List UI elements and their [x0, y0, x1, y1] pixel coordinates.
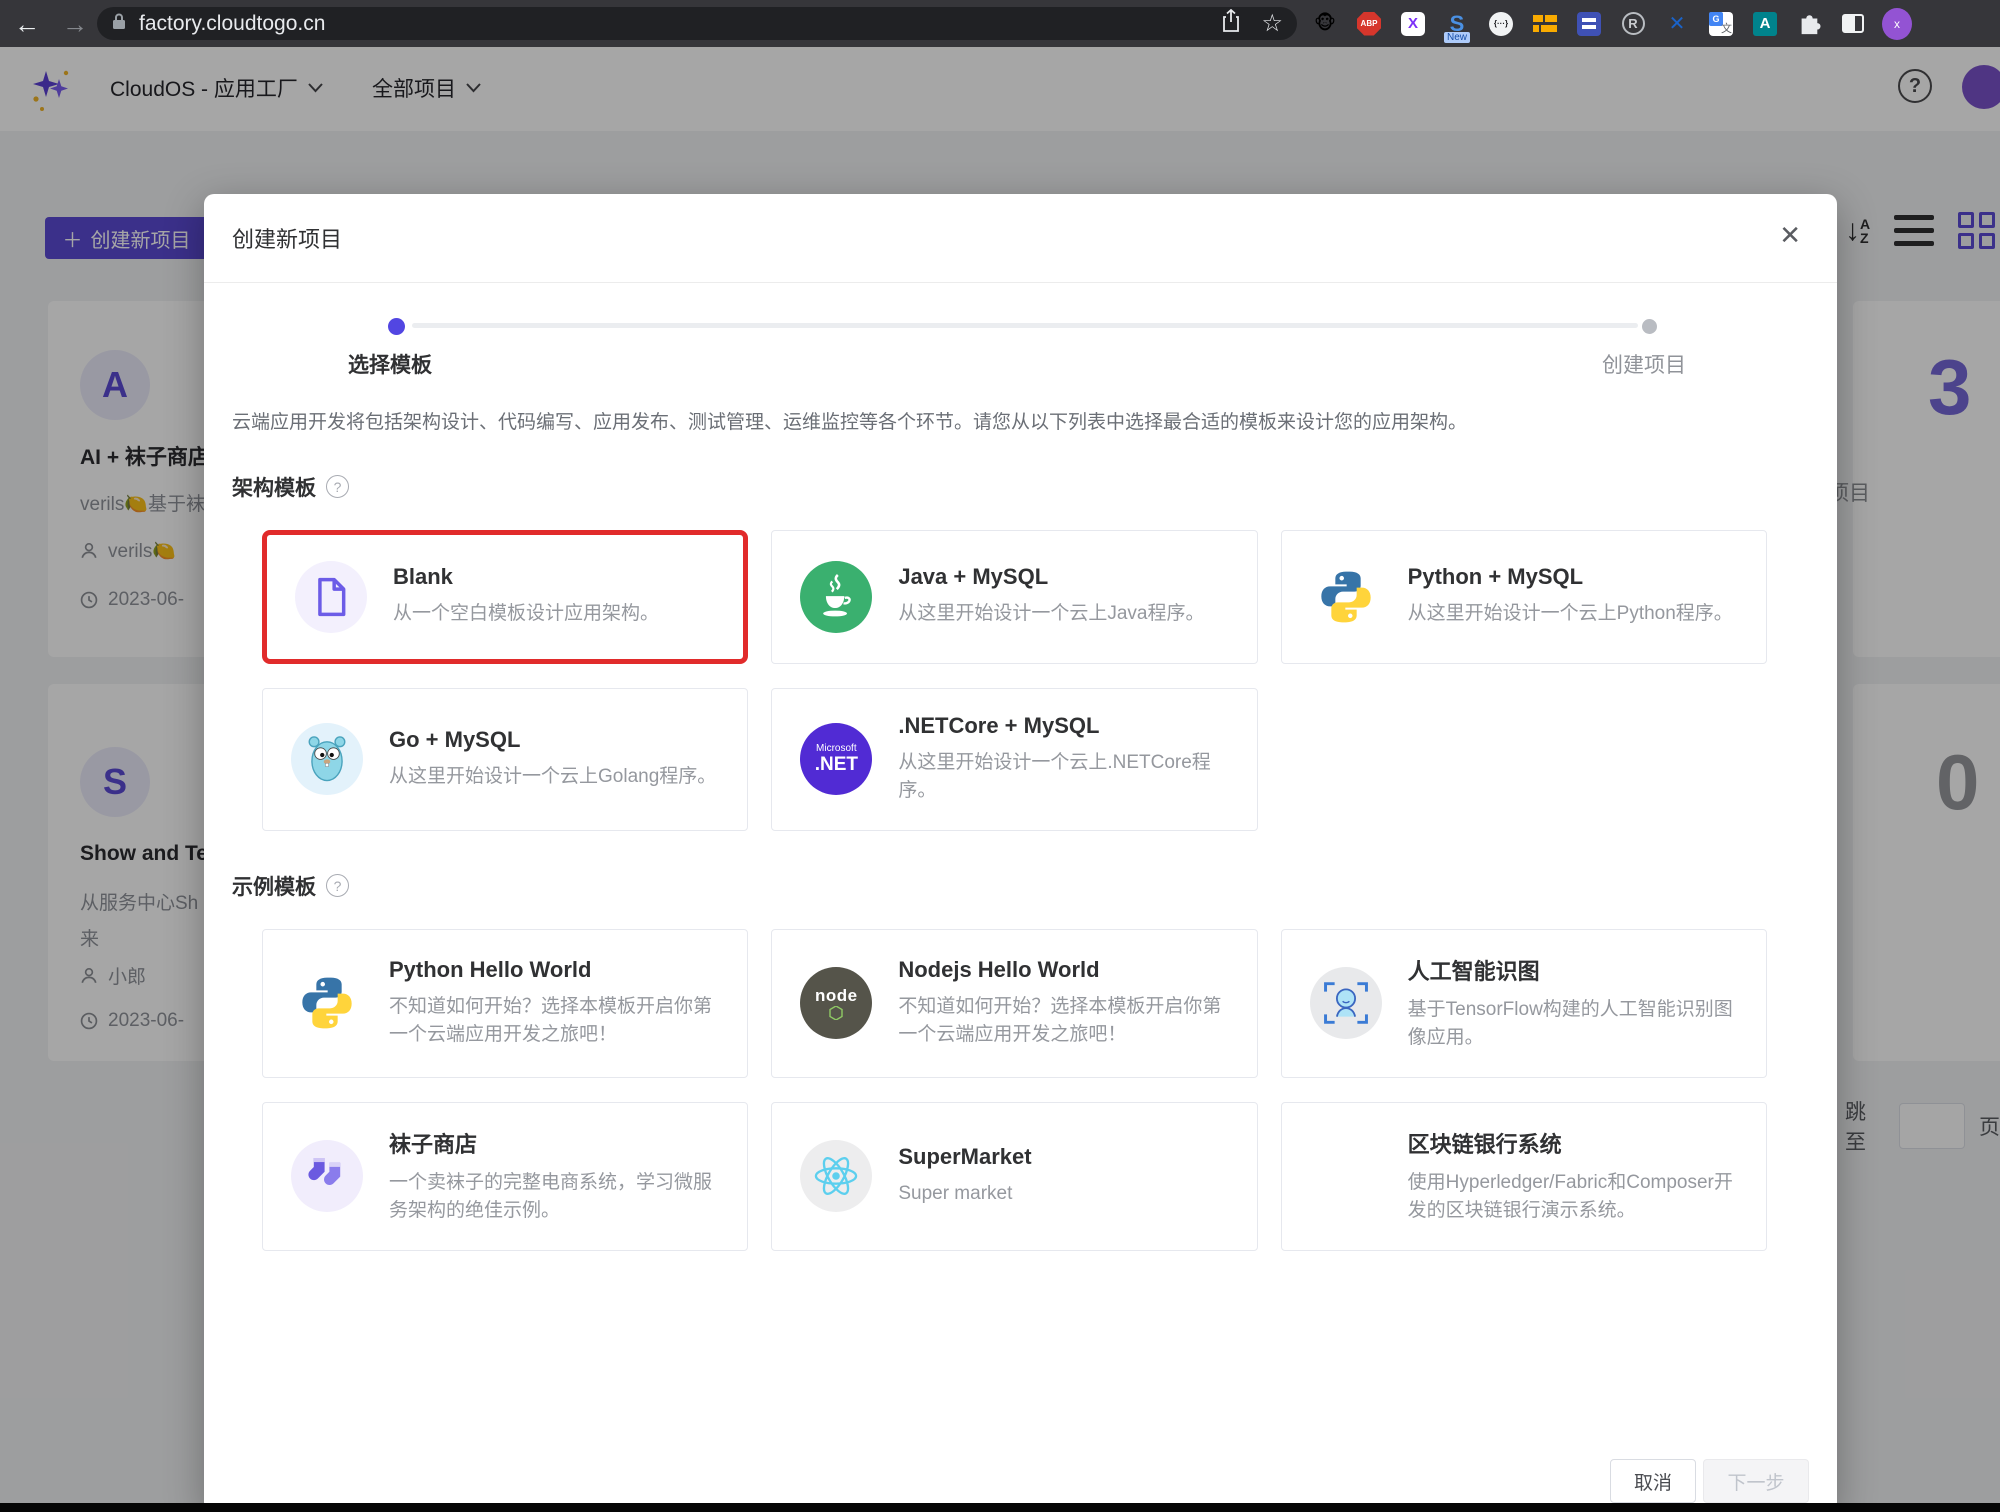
address-bar[interactable]: factory.cloudtogo.cn ☆ [97, 7, 1297, 40]
socks-icon [291, 1140, 363, 1212]
step-label-create-project: 创建项目 [1602, 349, 1686, 379]
template-title: Python + MySQL [1408, 564, 1733, 590]
cancel-button[interactable]: 取消 [1610, 1459, 1696, 1503]
template-card-java-mysql[interactable]: Java + MySQL 从这里开始设计一个云上Java程序。 [771, 530, 1257, 664]
close-icon[interactable]: ✕ [1779, 220, 1801, 251]
template-desc: 基于TensorFlow构建的人工智能识别图像应用。 [1408, 996, 1738, 1053]
template-desc: 使用Hyperledger/Fabric和Composer开发的区块链银行演示系… [1408, 1169, 1738, 1226]
template-desc: 从这里开始设计一个云上Java程序。 [898, 600, 1204, 629]
a-extension-icon[interactable]: A [1750, 9, 1780, 39]
step-label-select-template: 选择模板 [348, 349, 432, 379]
bookmark-star-icon[interactable]: ☆ [1261, 9, 1283, 38]
yellow-grid-extension-icon[interactable] [1530, 9, 1560, 39]
step-dot-active [388, 318, 405, 335]
puzzle-extensions-icon[interactable] [1794, 9, 1824, 39]
step-dot-idle [1642, 319, 1657, 334]
bottom-black-strip [0, 1503, 2000, 1512]
share-icon[interactable] [1221, 9, 1241, 38]
template-desc: 不知道如何开始？选择本模板开启你第一个云端应用开发之旅吧！ [389, 993, 719, 1050]
dotnet-icon: Microsoft .NET [800, 723, 872, 795]
template-desc: 从这里开始设计一个云上Golang程序。 [389, 763, 716, 792]
extension-toolbar: 🐵 ABP X SNew {···} R ✕ G文 A x [1310, 0, 1912, 47]
template-title: 袜子商店 [389, 1127, 719, 1159]
lock-icon [111, 12, 127, 36]
s-extension-icon[interactable]: SNew [1442, 9, 1472, 39]
template-desc: Super market [898, 1180, 1031, 1209]
wizard-stepper: 选择模板 创建项目 [204, 307, 1837, 387]
template-title: Java + MySQL [898, 564, 1204, 590]
tampermonkey-icon[interactable]: 🐵 [1310, 9, 1340, 39]
template-card-blockchain-bank[interactable]: 区块链银行系统使用Hyperledger/Fabric和Composer开发的区… [1281, 1102, 1767, 1251]
help-icon[interactable]: ? [326, 475, 349, 498]
java-icon [800, 561, 872, 633]
template-card-ai-image-recognition[interactable]: 人工智能识图基于TensorFlow构建的人工智能识别图像应用。 [1281, 929, 1767, 1078]
template-card-python-hello-world[interactable]: Python Hello World 不知道如何开始？选择本模板开启你第一个云端应… [262, 929, 748, 1078]
react-icon [800, 1140, 872, 1212]
browser-profile-avatar[interactable]: x [1882, 9, 1912, 39]
arch-template-grid: Blank 从一个空白模板设计应用架构。 Java + MySQL 从这里开始设计一… [262, 530, 1767, 831]
template-title: 人工智能识图 [1408, 954, 1738, 986]
template-desc: 一个卖袜子的完整电商系统，学习微服务架构的绝佳示例。 [389, 1169, 719, 1226]
stepper-track [412, 323, 1638, 328]
template-title: SuperMarket [898, 1144, 1031, 1170]
blank-file-icon [295, 561, 367, 633]
template-desc: 从一个空白模板设计应用架构。 [393, 600, 659, 629]
sidebar-toggle-icon[interactable] [1838, 9, 1868, 39]
template-title: Python Hello World [389, 957, 719, 983]
blue-x-extension-icon[interactable]: ✕ [1662, 9, 1692, 39]
template-card-sock-shop[interactable]: 袜子商店一个卖袜子的完整电商系统，学习微服务架构的绝佳示例。 [262, 1102, 748, 1251]
create-project-modal: 创建新项目 ✕ 选择模板 创建项目 云端应用开发将包括架构设计、代码编写、应用发… [204, 194, 1837, 1512]
template-card-blank[interactable]: Blank 从一个空白模板设计应用架构。 [262, 530, 748, 664]
translate-extension-icon[interactable]: G文 [1706, 9, 1736, 39]
template-title: .NETCore + MySQL [898, 713, 1228, 739]
browser-chrome: ← → ⟳ factory.cloudtogo.cn ☆ 🐵 ABP X SNe… [0, 0, 2000, 47]
nodejs-icon: node [800, 967, 872, 1039]
list-extension-icon[interactable] [1574, 9, 1604, 39]
modal-title: 创建新项目 [232, 222, 342, 254]
modal-description: 云端应用开发将包括架构设计、代码编写、应用发布、测试管理、运维监控等各个环节。请… [232, 409, 1757, 438]
back-button[interactable]: ← [14, 11, 40, 37]
empty-icon-placeholder [1310, 1140, 1382, 1212]
forward-button[interactable]: → [62, 11, 88, 37]
template-card-python-mysql[interactable]: Python + MySQL 从这里开始设计一个云上Python程序。 [1281, 530, 1767, 664]
template-card-supermarket[interactable]: SuperMarket Super market [771, 1102, 1257, 1251]
adblock-icon[interactable]: ABP [1354, 9, 1384, 39]
section-arch-templates: 架构模板 ? [232, 472, 1837, 502]
help-icon[interactable]: ? [326, 874, 349, 897]
r-extension-icon[interactable]: R [1618, 9, 1648, 39]
python-icon [1310, 561, 1382, 633]
x-extension-icon[interactable]: X [1398, 9, 1428, 39]
template-desc: 从这里开始设计一个云上Python程序。 [1408, 600, 1733, 629]
template-desc: 从这里开始设计一个云上.NETCore程序。 [898, 749, 1228, 806]
template-card-nodejs-hello-world[interactable]: node Nodejs Hello World 不知道如何开始？选择本模板开启你第… [771, 929, 1257, 1078]
modal-footer: 取消 下一步 [1610, 1459, 1809, 1503]
next-step-button[interactable]: 下一步 [1703, 1459, 1809, 1503]
template-title: Blank [393, 564, 659, 590]
url-text: factory.cloudtogo.cn [139, 12, 1221, 36]
template-desc: 不知道如何开始？选择本模板开启你第一个云端应用开发之旅吧！ [898, 993, 1228, 1050]
template-title: 区块链银行系统 [1408, 1127, 1738, 1159]
modal-header: 创建新项目 ✕ [204, 194, 1837, 283]
template-card-dotnet-mysql[interactable]: Microsoft .NET .NETCore + MySQL 从这里开始设计一个… [771, 688, 1257, 831]
template-title: Nodejs Hello World [898, 957, 1228, 983]
braces-extension-icon[interactable]: {···} [1486, 9, 1516, 39]
face-scan-icon [1310, 967, 1382, 1039]
template-card-go-mysql[interactable]: Go + MySQL 从这里开始设计一个云上Golang程序。 [262, 688, 748, 831]
example-template-grid: Python Hello World 不知道如何开始？选择本模板开启你第一个云端应… [262, 929, 1767, 1251]
go-gopher-icon [291, 723, 363, 795]
section-example-templates: 示例模板 ? [232, 871, 1837, 901]
template-title: Go + MySQL [389, 727, 716, 753]
screen: ← → ⟳ factory.cloudtogo.cn ☆ 🐵 ABP X SNe… [0, 0, 2000, 1512]
python-icon [291, 967, 363, 1039]
